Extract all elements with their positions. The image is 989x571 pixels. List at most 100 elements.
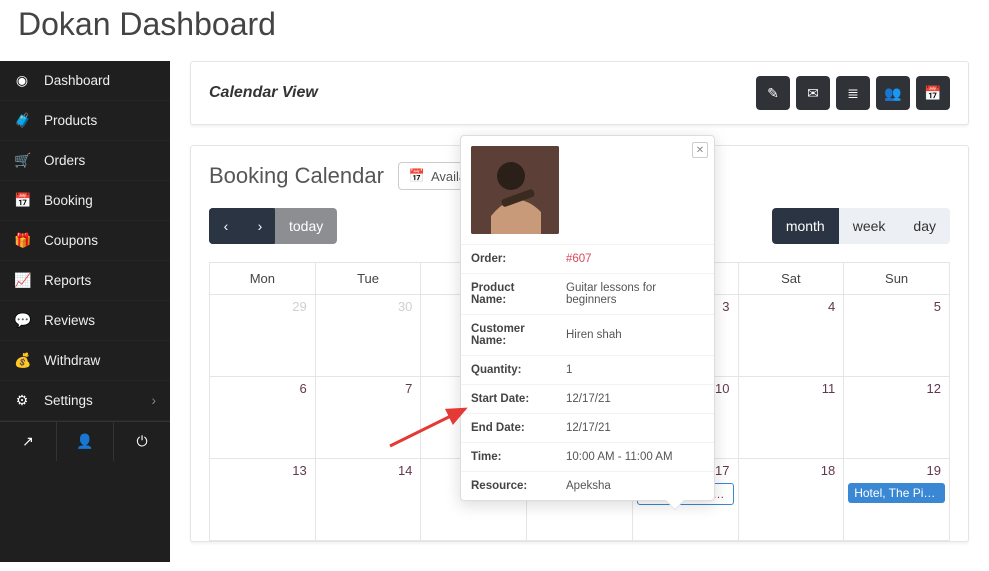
calendar-cell[interactable]: 14 <box>315 459 421 541</box>
weekday-header: Sun <box>844 263 950 295</box>
external-link-button[interactable]: ↗ <box>0 422 57 461</box>
calendar-cell[interactable]: 29 <box>210 295 316 377</box>
popover-label: Start Date: <box>461 385 556 414</box>
calendar-cell[interactable]: 11 <box>738 377 844 459</box>
popover-row: Order:#607 <box>461 245 714 274</box>
day-number: 30 <box>398 299 412 314</box>
sidebar-item-label: Reviews <box>44 313 95 328</box>
calendar-cell[interactable]: 30 <box>315 295 421 377</box>
day-number: 17 <box>715 463 729 478</box>
gear-icon: ⚙ <box>14 392 30 409</box>
user-icon: 👤 <box>76 433 93 449</box>
day-number: 13 <box>292 463 306 478</box>
chart-icon: 📈 <box>14 272 30 289</box>
calendar-cell[interactable]: 5 <box>844 295 950 377</box>
profile-button[interactable]: 👤 <box>57 422 114 461</box>
view-week-button[interactable]: week <box>839 208 900 244</box>
chevron-right-icon: › <box>258 218 263 234</box>
weekday-header: Mon <box>210 263 316 295</box>
day-number: 7 <box>405 381 412 396</box>
list-button[interactable]: ≣ <box>836 76 870 110</box>
popover-row: Product Name:Guitar lessons for beginner… <box>461 274 714 315</box>
popover-row: Time:10:00 AM - 11:00 AM <box>461 443 714 472</box>
sidebar-item-label: Booking <box>44 193 93 208</box>
popover-row: Quantity:1 <box>461 356 714 385</box>
add-calendar-icon: 📅 <box>924 85 941 102</box>
today-button[interactable]: today <box>275 208 337 244</box>
calendar-cell[interactable]: 4 <box>738 295 844 377</box>
popover-row: End Date:12/17/21 <box>461 414 714 443</box>
sidebar-item-orders[interactable]: 🛒 Orders <box>0 141 170 181</box>
popover-label: Resource: <box>461 472 556 501</box>
users-button[interactable]: 👥 <box>876 76 910 110</box>
popover-row: Resource:Apeksha <box>461 472 714 501</box>
day-number: 29 <box>292 299 306 314</box>
view-day-button[interactable]: day <box>899 208 950 244</box>
add-calendar-button[interactable]: 📅 <box>916 76 950 110</box>
calendar-cell[interactable]: 12 <box>844 377 950 459</box>
day-number: 12 <box>927 381 941 396</box>
calendar-cell[interactable]: 18 <box>738 459 844 541</box>
wallet-icon: 💰 <box>14 352 30 369</box>
power-icon: ⏻ <box>136 433 147 449</box>
sidebar-item-label: Withdraw <box>44 353 100 368</box>
calendar-cell[interactable]: 6 <box>210 377 316 459</box>
popover-value: 12/17/21 <box>556 385 714 414</box>
users-icon: 👥 <box>884 85 901 102</box>
day-number: 6 <box>299 381 306 396</box>
sidebar-item-label: Settings <box>44 393 93 408</box>
day-number: 19 <box>927 463 941 478</box>
compose-button[interactable]: ✎ <box>756 76 790 110</box>
compose-icon: ✎ <box>767 85 779 102</box>
prev-button[interactable]: ‹ <box>209 208 243 244</box>
popover-close-button[interactable]: ✕ <box>692 142 708 158</box>
sidebar: ◉ Dashboard 🧳 Products 🛒 Orders 📅 Bookin… <box>0 61 170 562</box>
header-card: Calendar View ✎ ✉ ≣ 👥 📅 <box>190 61 969 125</box>
day-number: 14 <box>398 463 412 478</box>
popover-value: 10:00 AM - 11:00 AM <box>556 443 714 472</box>
day-number: 5 <box>934 299 941 314</box>
calendar-cell[interactable]: 7 <box>315 377 421 459</box>
popover-label: Quantity: <box>461 356 556 385</box>
sidebar-item-label: Coupons <box>44 233 98 248</box>
page-title: Dokan Dashboard <box>18 6 989 43</box>
sidebar-item-settings[interactable]: ⚙ Settings › <box>0 381 170 421</box>
view-month-button[interactable]: month <box>772 208 839 244</box>
sidebar-item-label: Products <box>44 113 97 128</box>
popover-row: Customer Name:Hiren shah <box>461 315 714 356</box>
sidebar-item-reviews[interactable]: 💬 Reviews <box>0 301 170 341</box>
list-icon: ≣ <box>847 85 859 102</box>
external-icon: ↗ <box>22 433 34 449</box>
mail-button[interactable]: ✉ <box>796 76 830 110</box>
mail-icon: ✉ <box>807 85 819 102</box>
power-button[interactable]: ⏻ <box>114 422 170 461</box>
popover-value[interactable]: #607 <box>556 245 714 274</box>
calendar-event[interactable]: Hotel, The Pierre <box>848 483 945 503</box>
popover-label: Time: <box>461 443 556 472</box>
calendar-cell[interactable]: 19 Hotel, The Pierre <box>844 459 950 541</box>
day-number: 18 <box>821 463 835 478</box>
sidebar-item-label: Dashboard <box>44 73 110 88</box>
sidebar-item-withdraw[interactable]: 💰 Withdraw <box>0 341 170 381</box>
sidebar-item-reports[interactable]: 📈 Reports <box>0 261 170 301</box>
sidebar-item-coupons[interactable]: 🎁 Coupons <box>0 221 170 261</box>
cart-icon: 🛒 <box>14 152 30 169</box>
weekday-header: Tue <box>315 263 421 295</box>
chevron-left-icon: ‹ <box>224 218 229 234</box>
chevron-right-icon: › <box>152 393 157 408</box>
popover-row: Start Date:12/17/21 <box>461 385 714 414</box>
calendar-cell[interactable]: 13 <box>210 459 316 541</box>
popover-value: 1 <box>556 356 714 385</box>
sidebar-item-label: Reports <box>44 273 91 288</box>
popover-value: Apeksha <box>556 472 714 501</box>
popover-label: End Date: <box>461 414 556 443</box>
popover-label: Customer Name: <box>461 315 556 356</box>
sidebar-item-booking[interactable]: 📅 Booking <box>0 181 170 221</box>
next-button[interactable]: › <box>243 208 277 244</box>
day-number: 3 <box>722 299 729 314</box>
dashboard-icon: ◉ <box>14 72 30 89</box>
sidebar-item-dashboard[interactable]: ◉ Dashboard <box>0 61 170 101</box>
briefcase-icon: 🧳 <box>14 112 30 129</box>
sidebar-item-products[interactable]: 🧳 Products <box>0 101 170 141</box>
order-link[interactable]: #607 <box>566 253 592 265</box>
